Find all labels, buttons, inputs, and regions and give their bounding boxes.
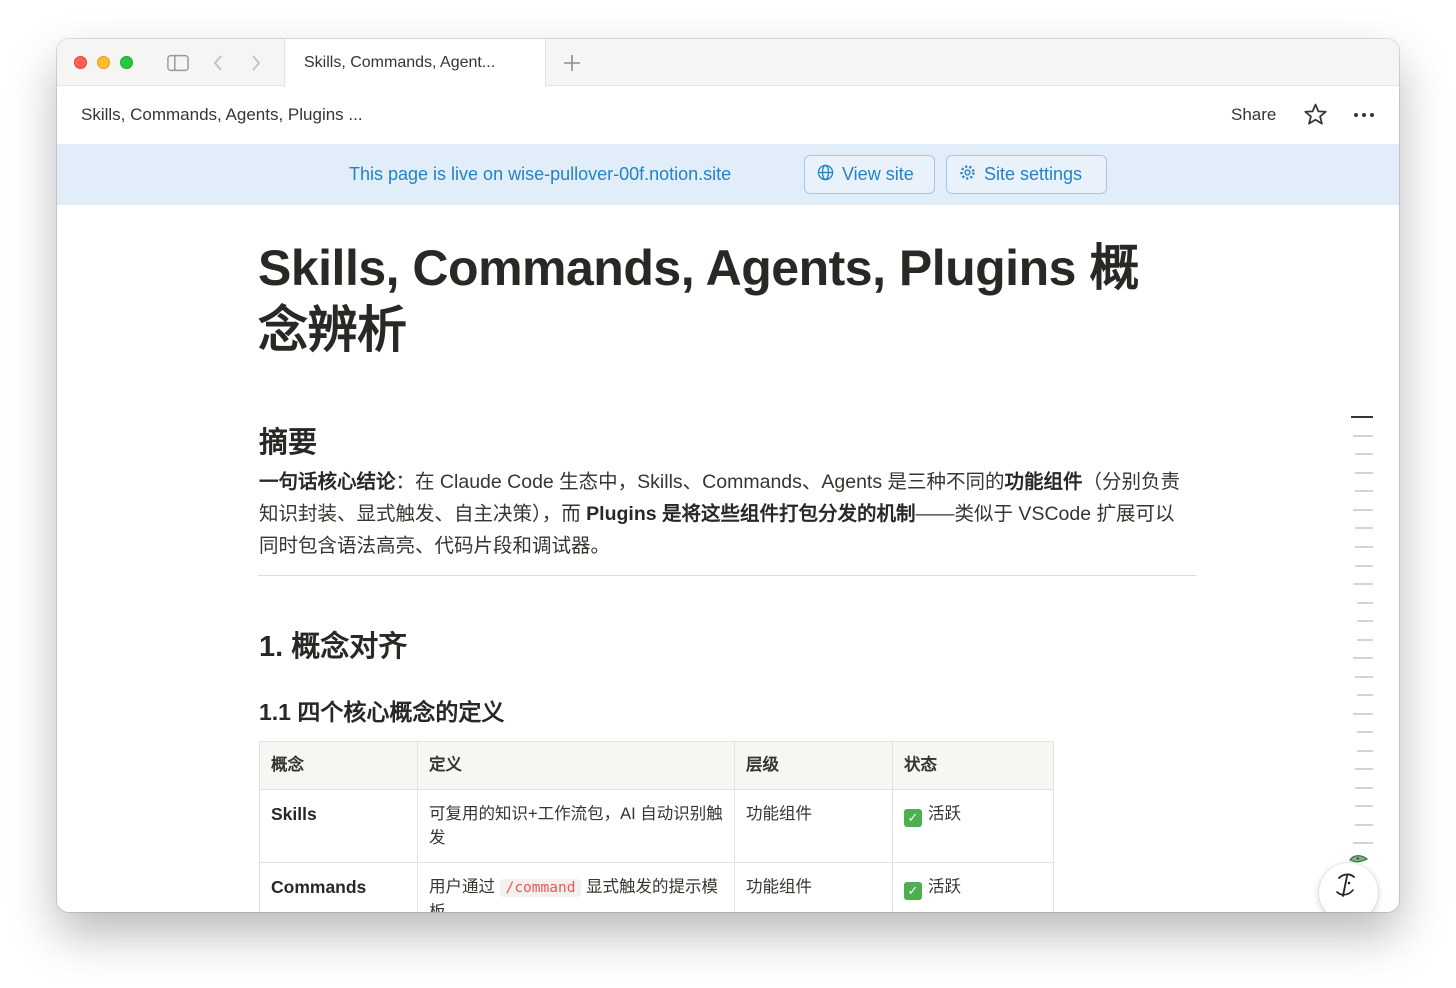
outline-tick[interactable] xyxy=(1357,639,1373,641)
breadcrumb[interactable]: Skills, Commands, Agents, Plugins ... xyxy=(81,105,363,125)
zoom-window-button[interactable] xyxy=(120,56,133,69)
summary-lead: 一句话核心结论 xyxy=(259,471,396,493)
plus-icon[interactable] xyxy=(561,52,583,74)
summary-text-1: ：在 Claude Code 生态中，Skills、Commands、Agent… xyxy=(395,471,1005,493)
section-heading-1[interactable]: 1. 概念对齐 xyxy=(259,623,407,665)
outline-tick[interactable] xyxy=(1357,750,1373,752)
table-cell-concept[interactable]: Commands xyxy=(259,862,418,912)
section-heading-1-1[interactable]: 1.1 四个核心概念的定义 xyxy=(259,693,504,727)
table-row: Commands 用户通过 /command 显式触发的提示模板 功能组件 ✓ 活… xyxy=(259,862,1054,912)
summary-heading[interactable]: 摘要 xyxy=(259,419,317,461)
outline-tick[interactable] xyxy=(1355,805,1373,807)
outline-tick[interactable] xyxy=(1357,694,1373,696)
outline-tick[interactable] xyxy=(1355,472,1373,474)
tab-current[interactable]: Skills, Commands, Agent... xyxy=(284,39,546,87)
table-header-cell[interactable]: 状态 xyxy=(892,741,1054,790)
outline-tick[interactable] xyxy=(1355,453,1373,455)
table-cell-level[interactable]: 功能组件 xyxy=(734,862,893,912)
sidebar-toggle-icon[interactable] xyxy=(167,52,189,74)
outline-tick[interactable] xyxy=(1353,583,1373,585)
status-text: 活跃 xyxy=(928,805,961,823)
summary-paragraph[interactable]: 一句话核心结论：在 Claude Code 生态中，Skills、Command… xyxy=(259,466,1189,562)
outline-tick[interactable] xyxy=(1355,787,1373,789)
outline-tick[interactable] xyxy=(1353,713,1373,715)
table-header-cell[interactable]: 概念 xyxy=(259,741,418,790)
summary-bold-2: Plugins 是将这些组件打包分发的机制 xyxy=(586,503,916,525)
outline-tick[interactable] xyxy=(1353,657,1373,659)
close-window-button[interactable] xyxy=(74,56,87,69)
check-mark-icon: ✓ xyxy=(904,809,922,827)
share-button[interactable]: Share xyxy=(1231,105,1276,125)
table-cell-definition[interactable]: 可复用的知识+工作流包，AI 自动识别触发 xyxy=(417,789,735,863)
outline-tick[interactable] xyxy=(1355,824,1373,826)
outline-tick[interactable] xyxy=(1353,435,1373,437)
outline-tick[interactable] xyxy=(1355,546,1373,548)
outline-tick[interactable] xyxy=(1355,490,1373,492)
status-text: 活跃 xyxy=(928,878,961,896)
concept-table: 概念 定义 层级 状态 Skills 可复用的知识+工作流包，AI 自动识别触发… xyxy=(259,741,1054,912)
outline-tick[interactable] xyxy=(1357,620,1373,622)
outline-tick[interactable] xyxy=(1353,509,1373,511)
star-icon[interactable] xyxy=(1303,102,1328,132)
site-settings-button[interactable]: Site settings xyxy=(946,155,1107,194)
gear-icon xyxy=(959,164,976,186)
outline-tick[interactable] xyxy=(1357,602,1373,604)
inline-code: /command xyxy=(499,879,582,897)
notion-help-icon[interactable] xyxy=(1319,855,1378,912)
table-cell-concept[interactable]: Skills xyxy=(259,789,418,863)
outline-tick[interactable] xyxy=(1355,768,1373,770)
table-row: Skills 可复用的知识+工作流包，AI 自动识别触发 功能组件 ✓ 活跃 xyxy=(259,789,1054,863)
outline-tick[interactable] xyxy=(1355,565,1373,567)
page-topbar: Skills, Commands, Agents, Plugins ... Sh… xyxy=(57,87,1399,144)
view-site-label: View site xyxy=(842,164,914,184)
outline-tick[interactable] xyxy=(1355,527,1373,529)
table-cell-definition[interactable]: 用户通过 /command 显式触发的提示模板 xyxy=(417,862,735,912)
table-cell-status[interactable]: ✓ 活跃 xyxy=(892,789,1054,863)
check-mark-icon: ✓ xyxy=(904,882,922,900)
outline-tick[interactable] xyxy=(1351,416,1373,418)
definition-text: 可复用的知识+工作流包，AI 自动识别触发 xyxy=(429,805,723,847)
divider xyxy=(258,575,1196,576)
table-cell-status[interactable]: ✓ 活跃 xyxy=(892,862,1054,912)
globe-icon xyxy=(817,164,834,186)
outline-tick[interactable] xyxy=(1357,731,1373,733)
site-live-banner: This page is live on wise-pullover-00f.n… xyxy=(57,144,1399,205)
page-title[interactable]: Skills, Commands, Agents, Plugins 概念辨析 xyxy=(258,237,1178,361)
site-settings-label: Site settings xyxy=(984,164,1083,184)
page-content: Skills, Commands, Agents, Plugins 概念辨析 摘… xyxy=(57,205,1399,912)
table-header-cell[interactable]: 定义 xyxy=(417,741,735,790)
table-cell-level[interactable]: 功能组件 xyxy=(734,789,893,863)
tab-title: Skills, Commands, Agent... xyxy=(304,54,496,71)
view-site-button[interactable]: View site xyxy=(804,155,935,194)
banner-text: This page is live on wise-pullover-00f.n… xyxy=(349,164,732,184)
browser-window: Skills, Commands, Agent... Skills, Comma… xyxy=(57,39,1399,912)
ellipsis-icon[interactable] xyxy=(1351,102,1377,133)
table-header-row: 概念 定义 层级 状态 xyxy=(259,741,1054,790)
minimize-window-button[interactable] xyxy=(97,56,110,69)
chevron-right-icon[interactable] xyxy=(245,52,267,74)
summary-bold-1: 功能组件 xyxy=(1004,471,1083,493)
chevron-left-icon[interactable] xyxy=(207,52,229,74)
tab-strip: Skills, Commands, Agent... xyxy=(57,39,1399,87)
definition-text: 用户通过 xyxy=(429,878,500,896)
table-header-cell[interactable]: 层级 xyxy=(734,741,893,790)
outline-tick[interactable] xyxy=(1353,842,1373,844)
outline-tick[interactable] xyxy=(1355,676,1373,678)
